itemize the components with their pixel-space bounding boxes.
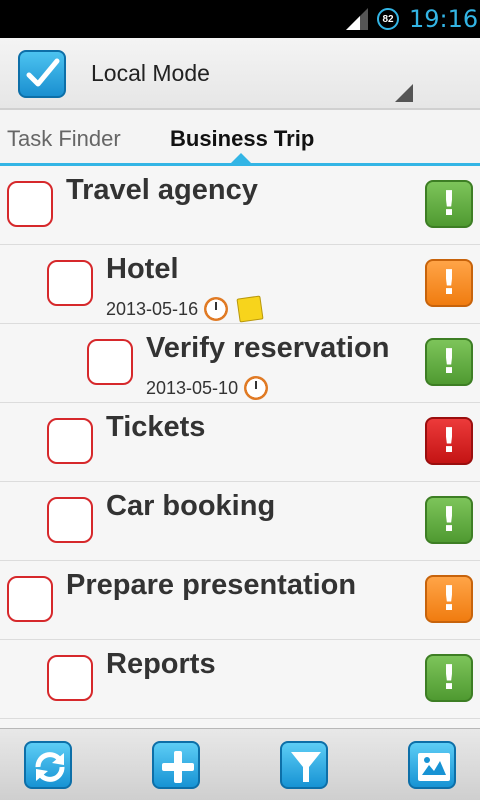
task-checkbox[interactable] — [47, 260, 93, 306]
add-task-button[interactable] — [152, 741, 200, 789]
tab-bar: Task Finder Business Trip — [0, 110, 480, 166]
task-meta: 2013-05-16 — [106, 295, 264, 323]
status-bar: 82 19:16 — [0, 0, 480, 38]
priority-exclamation-icon: ! — [441, 500, 457, 540]
priority-badge[interactable]: ! — [425, 417, 473, 465]
priority-exclamation-icon: ! — [441, 263, 457, 303]
map-icon — [418, 753, 450, 781]
priority-exclamation-icon: ! — [441, 579, 457, 619]
signal-icon — [346, 8, 368, 30]
task-checkbox[interactable] — [7, 181, 53, 227]
task-row[interactable]: Tickets ! — [0, 403, 480, 482]
filter-button[interactable] — [280, 741, 328, 789]
task-row[interactable]: Car booking ! — [0, 482, 480, 561]
task-row[interactable]: Verify reservation 2013-05-10 ! — [0, 324, 480, 403]
task-title: Car booking — [106, 490, 276, 522]
map-button[interactable] — [408, 741, 456, 789]
alarm-clock-icon — [244, 376, 269, 400]
filter-icon — [291, 752, 321, 782]
task-row[interactable]: Reports ! — [0, 640, 480, 719]
account-mode-selector[interactable]: Local Mode — [91, 60, 210, 87]
sync-icon — [35, 752, 65, 782]
task-title: Hotel — [106, 253, 179, 285]
alarm-clock-icon — [204, 297, 229, 321]
spinner-dropdown-icon[interactable] — [395, 84, 413, 102]
priority-badge[interactable]: ! — [425, 259, 473, 307]
priority-exclamation-icon: ! — [441, 658, 457, 698]
priority-badge[interactable]: ! — [425, 180, 473, 228]
add-icon — [162, 751, 194, 783]
sticky-note-icon — [236, 295, 264, 323]
task-checkbox[interactable] — [47, 655, 93, 701]
priority-badge[interactable]: ! — [425, 338, 473, 386]
task-title: Tickets — [106, 411, 206, 443]
tab-business-trip[interactable]: Business Trip — [170, 126, 314, 152]
priority-badge[interactable]: ! — [425, 496, 473, 544]
task-checkbox[interactable] — [47, 418, 93, 464]
task-title: Prepare presentation — [66, 569, 357, 601]
task-checkbox[interactable] — [7, 576, 53, 622]
task-checkbox[interactable] — [87, 339, 133, 385]
task-due-date: 2013-05-16 — [106, 298, 199, 319]
task-title: Verify reservation — [146, 332, 390, 364]
clock-time: 19:16 — [409, 5, 479, 33]
task-title: Reports — [106, 648, 216, 680]
tab-task-finder[interactable]: Task Finder — [7, 126, 121, 152]
task-row[interactable]: Hotel 2013-05-16 ! — [0, 245, 480, 324]
task-meta: 2013-05-10 — [146, 376, 269, 400]
priority-exclamation-icon: ! — [441, 421, 457, 461]
priority-exclamation-icon: ! — [441, 184, 457, 224]
task-checkbox[interactable] — [47, 497, 93, 543]
selected-tab-indicator — [231, 153, 251, 163]
task-row[interactable]: Prepare presentation ! — [0, 561, 480, 640]
battery-icon: 82 — [377, 8, 399, 30]
task-due-date: 2013-05-10 — [146, 377, 239, 398]
task-row[interactable]: Travel agency ! — [0, 166, 480, 245]
checkbox-app-icon[interactable] — [18, 50, 66, 98]
priority-badge[interactable]: ! — [425, 654, 473, 702]
task-title: Travel agency — [66, 174, 258, 206]
sync-button[interactable] — [24, 741, 72, 789]
priority-badge[interactable]: ! — [425, 575, 473, 623]
bottom-toolbar — [0, 728, 480, 800]
battery-level: 82 — [382, 13, 394, 25]
task-list[interactable]: Travel agency ! Hotel 2013-05-16 ! Verif… — [0, 166, 480, 728]
priority-exclamation-icon: ! — [441, 342, 457, 382]
